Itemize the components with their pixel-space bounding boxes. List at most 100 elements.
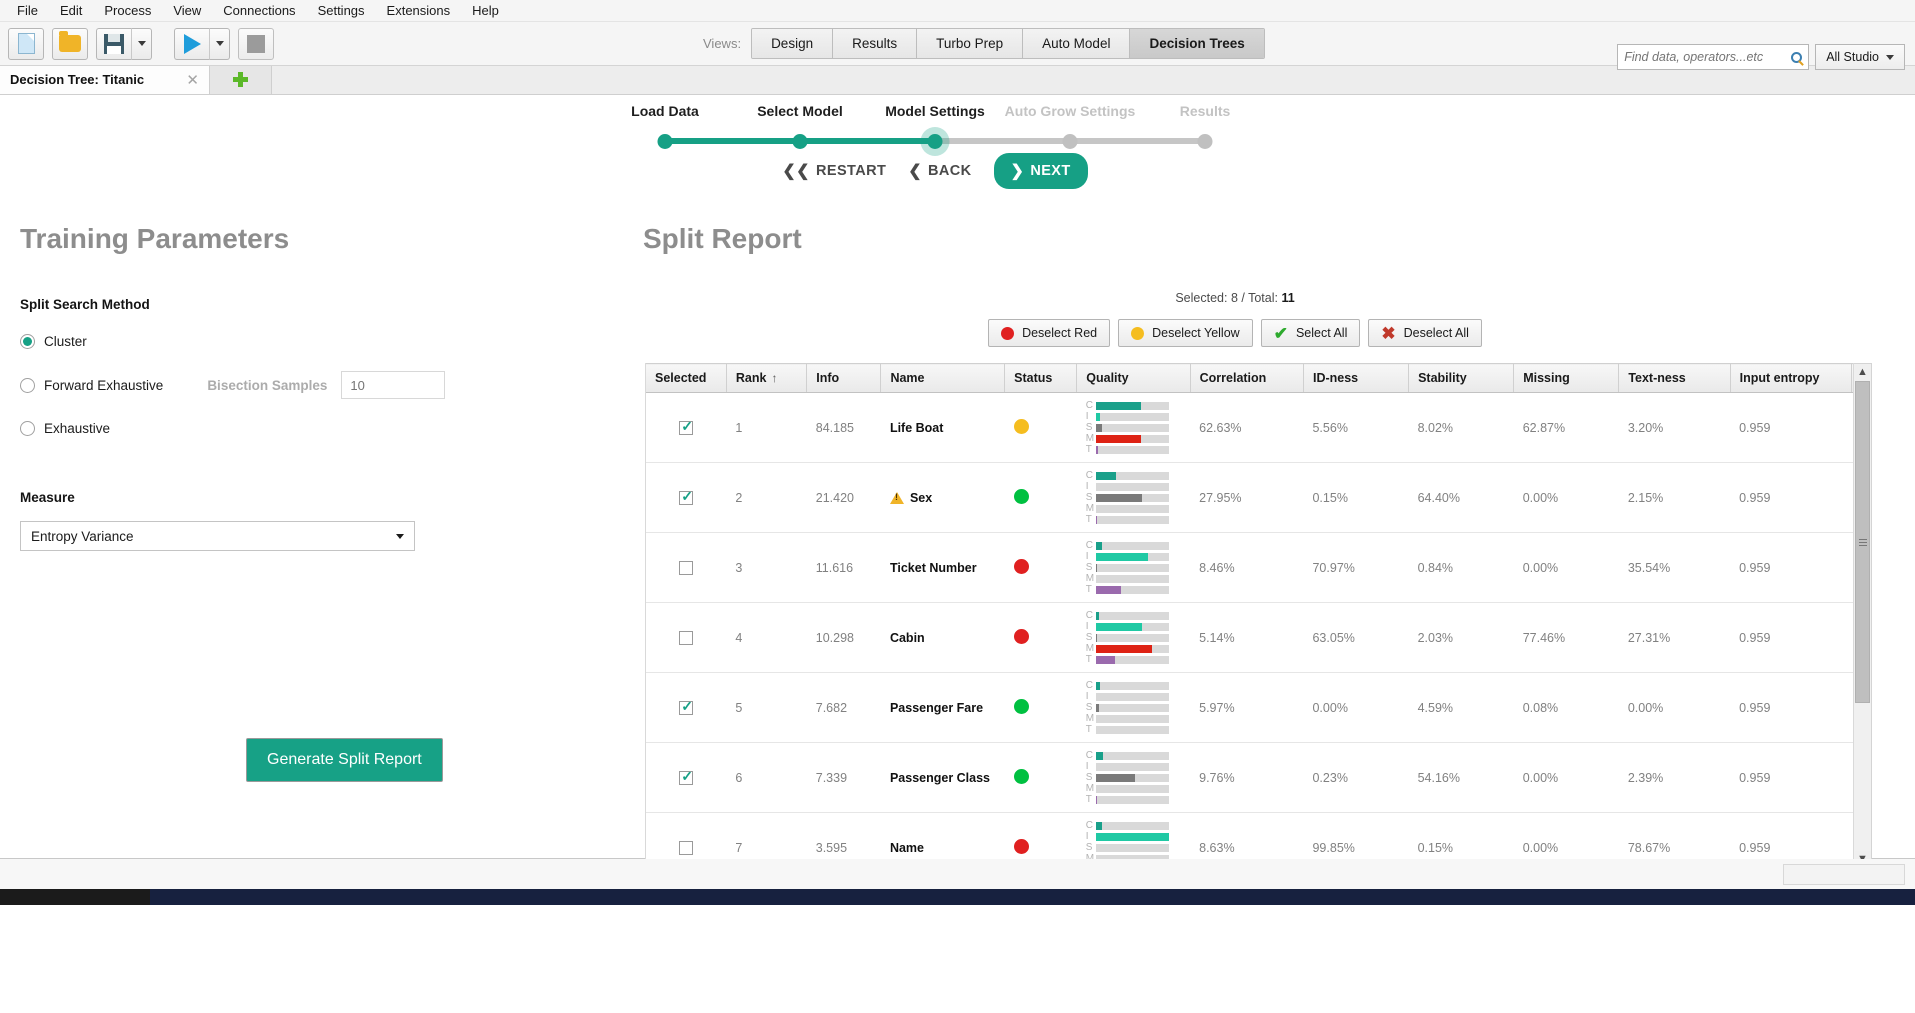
- red-x-icon: ✖: [1381, 325, 1395, 342]
- cell-selected[interactable]: [646, 463, 726, 533]
- radio-exhaustive[interactable]: [20, 421, 35, 436]
- row-checkbox[interactable]: [679, 631, 693, 645]
- deselect-all-button[interactable]: ✖Deselect All: [1368, 319, 1482, 347]
- deselect-yellow-button[interactable]: Deselect Yellow: [1118, 319, 1253, 347]
- menu-item-help[interactable]: Help: [461, 1, 510, 20]
- attribute-name: Passenger Class: [890, 771, 990, 785]
- view-tab-auto-model[interactable]: Auto Model: [1023, 29, 1130, 58]
- view-tab-decision-trees[interactable]: Decision Trees: [1130, 29, 1263, 58]
- wizard-step-label-model-settings: Model Settings: [885, 103, 985, 119]
- wizard-step-node-select-model[interactable]: [793, 134, 808, 149]
- run-dropdown-button[interactable]: [210, 28, 230, 60]
- wizard-step-node-model-settings[interactable]: [928, 134, 943, 149]
- column-header-missing[interactable]: Missing: [1514, 364, 1619, 393]
- column-header-quality[interactable]: Quality: [1077, 364, 1190, 393]
- column-header-text-ness[interactable]: Text-ness: [1619, 364, 1730, 393]
- select-all-button[interactable]: ✔Select All: [1261, 319, 1361, 347]
- next-button[interactable]: ❯ NEXT: [994, 153, 1088, 189]
- menu-item-process[interactable]: Process: [93, 1, 162, 20]
- menu-item-connections[interactable]: Connections: [212, 1, 306, 20]
- add-tab-button[interactable]: [210, 65, 272, 94]
- quality-bar-row: C: [1086, 751, 1181, 760]
- column-header-stability[interactable]: Stability: [1409, 364, 1514, 393]
- cell-selected[interactable]: [646, 603, 726, 673]
- column-header-correlation[interactable]: Correlation: [1190, 364, 1303, 393]
- split-report-title: Split Report: [643, 223, 1915, 255]
- studio-scope-button[interactable]: All Studio: [1815, 44, 1905, 70]
- cell-selected[interactable]: [646, 393, 726, 463]
- column-header-rank[interactable]: Rank↑: [726, 364, 806, 393]
- quality-bar-track: [1096, 505, 1169, 513]
- column-header-info[interactable]: Info: [807, 364, 881, 393]
- row-checkbox[interactable]: [679, 841, 693, 855]
- menu-item-edit[interactable]: Edit: [49, 1, 93, 20]
- cell-selected[interactable]: [646, 673, 726, 743]
- table-row[interactable]: 410.298CabinCISMT5.14%63.05%2.03%77.46%2…: [646, 603, 1854, 673]
- main-content: Training Parameters Split Search Method …: [0, 213, 1915, 858]
- scroll-up-icon[interactable]: ▲: [1855, 364, 1871, 380]
- save-process-button[interactable]: [96, 28, 132, 60]
- table-row[interactable]: 57.682Passenger FareCISMT5.97%0.00%4.59%…: [646, 673, 1854, 743]
- row-checkbox[interactable]: [679, 491, 693, 505]
- row-checkbox[interactable]: [679, 421, 693, 435]
- wizard-step-node-results[interactable]: [1198, 134, 1213, 149]
- quality-bar-key: I: [1086, 552, 1096, 561]
- row-checkbox[interactable]: [679, 771, 693, 785]
- radio-forward-exhaustive[interactable]: [20, 378, 35, 393]
- run-process-button[interactable]: [174, 28, 210, 60]
- view-tab-turbo-prep[interactable]: Turbo Prep: [917, 29, 1023, 58]
- menu-item-settings[interactable]: Settings: [307, 1, 376, 20]
- generate-split-report-button[interactable]: Generate Split Report: [246, 738, 443, 782]
- table-row[interactable]: 184.185Life BoatCISMT62.63%5.56%8.02%62.…: [646, 393, 1854, 463]
- table-row[interactable]: 311.616Ticket NumberCISMT8.46%70.97%0.84…: [646, 533, 1854, 603]
- table-vertical-scrollbar[interactable]: ▲ ▼: [1854, 363, 1872, 868]
- quality-bars: CISMT: [1086, 751, 1181, 804]
- measure-select[interactable]: Entropy Variance: [20, 521, 415, 551]
- selection-count-prefix: Selected:: [1175, 291, 1231, 305]
- tab-decision-tree-titanic[interactable]: Decision Tree: Titanic ✕: [0, 65, 210, 94]
- views-label: Views:: [703, 36, 741, 51]
- view-tab-design[interactable]: Design: [752, 29, 833, 58]
- stop-process-button[interactable]: [238, 28, 274, 60]
- quality-bar-row: C: [1086, 541, 1181, 550]
- search-input[interactable]: [1624, 50, 1791, 64]
- open-folder-icon: [59, 35, 81, 52]
- quality-bar-row: I: [1086, 552, 1181, 561]
- wizard-step-label-select-model: Select Model: [757, 103, 843, 119]
- radio-cluster[interactable]: [20, 334, 35, 349]
- view-tab-results[interactable]: Results: [833, 29, 917, 58]
- back-button[interactable]: ❮ BACK: [908, 161, 971, 181]
- quality-bar-row: T: [1086, 515, 1181, 524]
- row-checkbox[interactable]: [679, 701, 693, 715]
- cell-selected[interactable]: [646, 533, 726, 603]
- search-box[interactable]: [1617, 44, 1809, 70]
- menu-item-extensions[interactable]: Extensions: [376, 1, 462, 20]
- cell-selected[interactable]: [646, 743, 726, 813]
- open-process-button[interactable]: [52, 28, 88, 60]
- wizard-step-node-load-data[interactable]: [658, 134, 673, 149]
- deselect-red-button[interactable]: Deselect Red: [988, 319, 1110, 347]
- restart-button[interactable]: ❮❮ RESTART: [782, 161, 886, 181]
- wizard-step-node-auto-grow-settings[interactable]: [1063, 134, 1078, 149]
- search-icon[interactable]: [1791, 52, 1802, 63]
- table-row[interactable]: 67.339Passenger ClassCISMT9.76%0.23%54.1…: [646, 743, 1854, 813]
- save-dropdown-button[interactable]: [132, 28, 152, 60]
- status-badge: [1014, 629, 1029, 644]
- close-icon[interactable]: ✕: [164, 71, 199, 89]
- cell-idness: 0.23%: [1303, 743, 1408, 813]
- column-header-selected[interactable]: Selected: [646, 364, 726, 393]
- row-checkbox[interactable]: [679, 561, 693, 575]
- cell-status: [1005, 743, 1077, 813]
- vertical-scroll-thumb[interactable]: [1855, 381, 1870, 703]
- column-header-input-entropy[interactable]: Input entropy: [1730, 364, 1852, 393]
- menu-item-file[interactable]: File: [6, 1, 49, 20]
- column-header-name[interactable]: Name: [881, 364, 1005, 393]
- quality-bar-key: C: [1086, 611, 1096, 620]
- column-header-label: Stability: [1418, 371, 1467, 385]
- bisection-samples-input[interactable]: [341, 371, 445, 399]
- new-process-button[interactable]: [8, 28, 44, 60]
- menu-item-view[interactable]: View: [162, 1, 212, 20]
- table-row[interactable]: 221.420SexCISMT27.95%0.15%64.40%0.00%2.1…: [646, 463, 1854, 533]
- column-header-id-ness[interactable]: ID-ness: [1303, 364, 1408, 393]
- column-header-status[interactable]: Status: [1005, 364, 1077, 393]
